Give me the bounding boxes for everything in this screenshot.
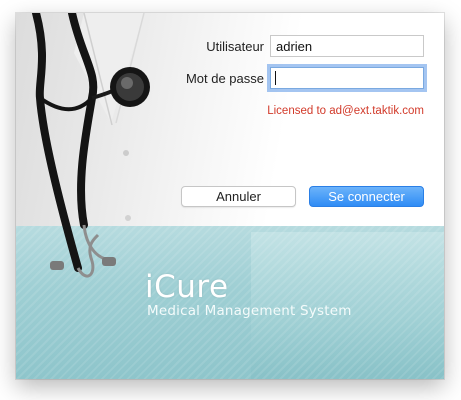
- app-tagline: Medical Management System: [147, 303, 352, 319]
- username-input[interactable]: [270, 35, 424, 57]
- app-logo: iCure: [145, 269, 229, 305]
- text-caret: [275, 71, 276, 85]
- cancel-button[interactable]: Annuler: [181, 186, 296, 207]
- username-label: Utilisateur: [206, 39, 264, 54]
- login-window: iCure Medical Management System Utilisat…: [16, 13, 444, 379]
- password-label: Mot de passe: [185, 71, 264, 86]
- connect-button[interactable]: Se connecter: [309, 186, 424, 207]
- license-notice: Licensed to ad@ext.taktik.com: [267, 105, 424, 117]
- password-input[interactable]: [270, 67, 424, 89]
